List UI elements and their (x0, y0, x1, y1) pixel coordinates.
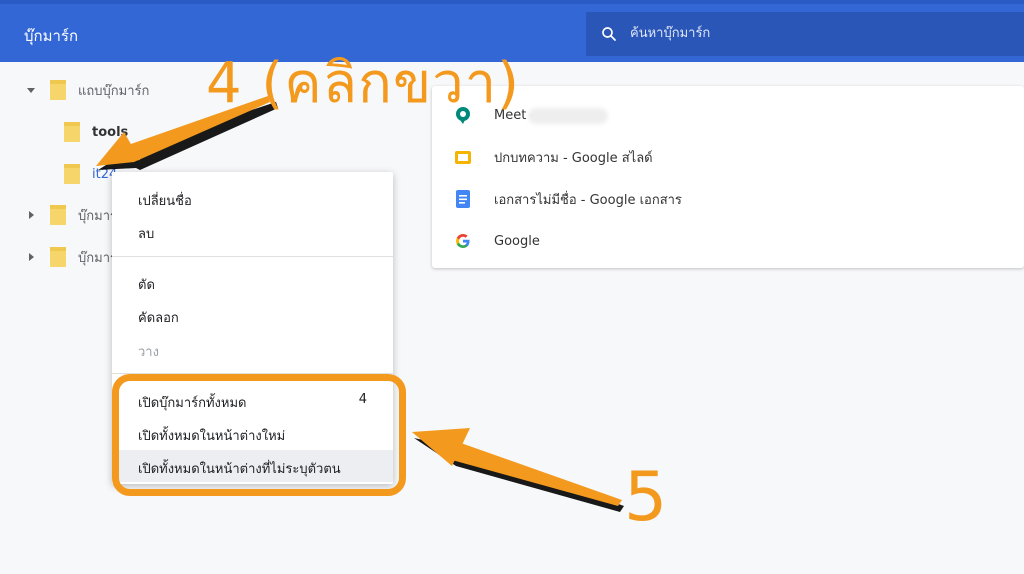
menu-divider (112, 256, 393, 257)
annotation-step-4: 4 (คลิกขวา) (206, 51, 520, 116)
folder-icon (50, 247, 66, 267)
expand-arrow-down-icon[interactable] (26, 85, 36, 95)
menu-item-label: วาง (138, 345, 159, 360)
menu-item-delete[interactable]: ลบ (112, 215, 393, 247)
google-icon (456, 234, 470, 248)
menu-item-cut[interactable]: ตัด (112, 266, 393, 298)
expand-arrow-right-icon[interactable] (26, 252, 36, 262)
folder-icon (50, 80, 66, 100)
menu-item-label: คัดลอก (138, 311, 179, 326)
google-slides-icon (455, 151, 471, 164)
menu-item-rename[interactable]: เปลี่ยนชื่อ (112, 182, 393, 214)
expand-arrow-right-icon[interactable] (26, 210, 36, 220)
bookmark-title: ปกบทความ - Google สไลด์ (494, 150, 653, 166)
search-icon (602, 27, 616, 41)
folder-icon (64, 122, 80, 142)
bookmark-item-slides[interactable]: ปกบทความ - Google สไลด์ (432, 136, 1024, 178)
menu-item-label: ตัด (138, 278, 155, 293)
google-docs-icon (456, 190, 470, 208)
folder-icon (50, 205, 66, 225)
bookmark-item-meet[interactable]: Meet - (432, 94, 1024, 136)
tree-item-tools[interactable]: tools (64, 120, 128, 144)
blurred-text (528, 108, 608, 124)
annotation-step-5: 5 (624, 458, 668, 537)
tree-item-label: tools (92, 124, 129, 140)
annotation-arrow-5 (412, 428, 624, 512)
folder-icon (64, 164, 80, 184)
bookmark-list: Meet - ปกบทความ - Google สไลด์ เอกสารไม่… (432, 86, 1024, 268)
tree-item-other-bookmarks[interactable]: บุ๊กมาร์ก (26, 203, 125, 227)
tree-item-bookmarks-bar[interactable]: แถบบุ๊กมาร์ก (26, 78, 149, 102)
bookmark-item-google[interactable]: Google (432, 220, 1024, 262)
bookmark-item-docs[interactable]: เอกสารไม่มีชื่อ - Google เอกสาร (432, 178, 1024, 220)
menu-item-label: เปลี่ยนชื่อ (138, 194, 192, 209)
page-title: บุ๊กมาร์ก (24, 27, 79, 45)
menu-item-copy[interactable]: คัดลอก (112, 299, 393, 331)
search-input[interactable] (630, 22, 1010, 44)
bookmark-manager: บุ๊กมาร์ก แถบบุ๊กมาร์ก tools it24 บุ๊กมา (0, 0, 1024, 574)
bookmark-title: Google (494, 233, 540, 249)
menu-item-paste: วาง (112, 333, 393, 365)
annotation-highlight-box (112, 374, 406, 496)
bookmark-title: เอกสารไม่มีชื่อ - Google เอกสาร (494, 192, 682, 208)
tree-item-mobile-bookmarks[interactable]: บุ๊กมาร์ก (26, 245, 125, 269)
tree-item-label: แถบบุ๊กมาร์ก (78, 83, 150, 99)
tree-item-it24[interactable]: it24 (64, 162, 117, 186)
search-box[interactable] (586, 12, 1024, 56)
menu-item-label: ลบ (138, 227, 155, 242)
